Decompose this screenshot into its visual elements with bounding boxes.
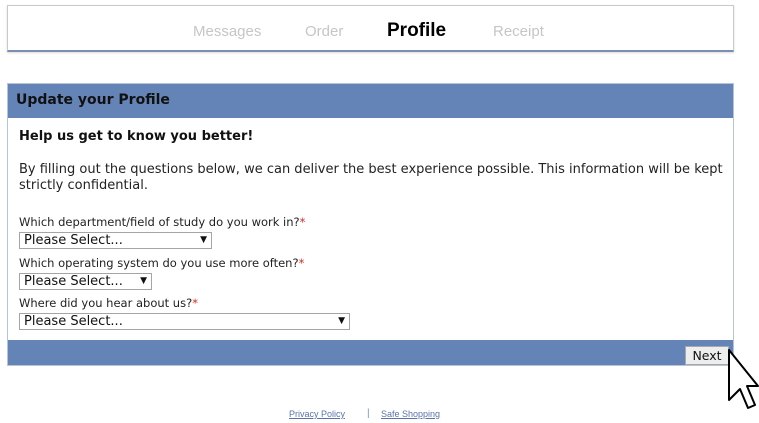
department-question-text: Which department/field of study do you w…	[19, 215, 300, 229]
referral-question-label: Where did you hear about us?*	[19, 296, 198, 310]
panel-footer-bar	[8, 340, 733, 365]
os-select[interactable]: Please Select... ▼	[19, 273, 152, 290]
required-asterisk: *	[299, 215, 306, 229]
os-question-label: Which operating system do you use more o…	[19, 256, 304, 270]
os-question-text: Which operating system do you use more o…	[19, 256, 299, 270]
required-asterisk: *	[192, 296, 198, 310]
step-messages[interactable]: Messages	[193, 6, 261, 51]
checkout-steps-nav: Messages Order Profile Receipt	[7, 5, 734, 52]
panel-header: Update your Profile	[8, 84, 733, 118]
next-button[interactable]: Next	[685, 346, 729, 365]
panel-title: Update your Profile	[16, 92, 170, 108]
step-receipt[interactable]: Receipt	[493, 6, 544, 51]
caret-down-icon: ▼	[338, 316, 345, 326]
footer-links: Privacy Policy | Safe Shopping	[0, 408, 759, 423]
caret-down-icon: ▼	[200, 235, 207, 245]
department-select[interactable]: Please Select... ▼	[19, 232, 212, 249]
privacy-policy-link[interactable]: Privacy Policy	[289, 409, 345, 419]
department-select-value: Please Select...	[24, 233, 123, 248]
update-profile-panel: Update your Profile Help us get to know …	[7, 83, 734, 366]
department-question-label: Which department/field of study do you w…	[19, 215, 305, 229]
panel-subheading: Help us get to know you better!	[19, 129, 254, 144]
referral-select[interactable]: Please Select... ▼	[19, 313, 350, 330]
panel-intro-text: By filling out the questions below, we c…	[19, 162, 723, 193]
referral-question-text: Where did you hear about us?	[19, 296, 193, 310]
footer-separator: |	[367, 408, 370, 419]
step-profile[interactable]: Profile	[387, 6, 446, 51]
os-select-value: Please Select...	[24, 274, 123, 289]
safe-shopping-link[interactable]: Safe Shopping	[381, 409, 440, 419]
referral-select-value: Please Select...	[24, 314, 123, 329]
mouse-cursor-icon	[728, 349, 759, 409]
required-asterisk: *	[298, 256, 305, 270]
step-order[interactable]: Order	[305, 6, 343, 51]
caret-down-icon: ▼	[140, 276, 147, 286]
